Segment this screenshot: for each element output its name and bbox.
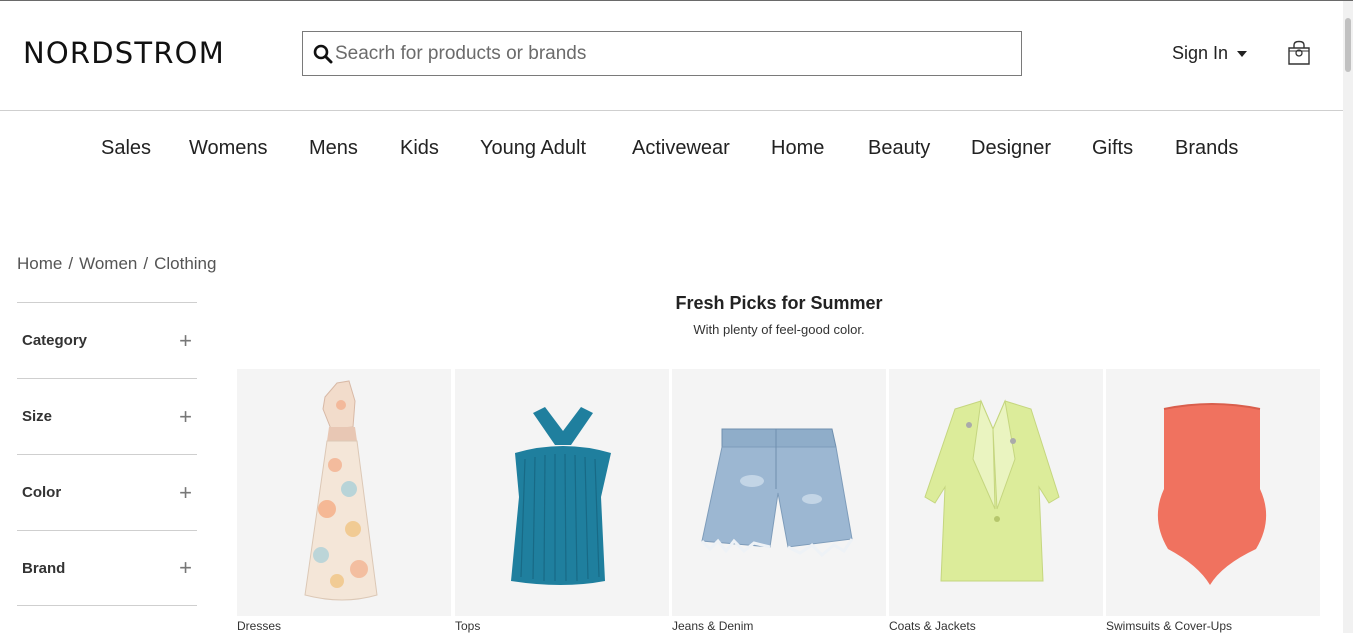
nav-item-sales[interactable]: Sales <box>101 137 151 160</box>
filter-brand[interactable]: Brand + <box>17 530 197 606</box>
plus-icon[interactable]: + <box>179 405 192 428</box>
filter-size[interactable]: Size + <box>17 378 197 454</box>
sign-in-label[interactable]: Sign In <box>1172 43 1228 64</box>
lime-blazer-image[interactable] <box>889 369 1103 616</box>
nav-item-kids[interactable]: Kids <box>400 137 439 160</box>
plus-icon[interactable]: + <box>179 557 192 579</box>
search-bar[interactable] <box>302 31 1022 76</box>
plus-icon[interactable]: + <box>179 329 192 352</box>
breadcrumb-women[interactable]: Women <box>79 254 137 273</box>
nav-item-home[interactable]: Home <box>771 137 824 160</box>
breadcrumb-clothing[interactable]: Clothing <box>154 254 216 273</box>
category-tile-swimsuits[interactable]: Swimsuits & Cover-Ups <box>1106 369 1320 633</box>
search-icon[interactable] <box>313 44 333 64</box>
sign-in-menu[interactable]: Sign In <box>1172 43 1248 64</box>
category-caption[interactable]: Coats & Jackets <box>889 619 1103 633</box>
filter-label[interactable]: Color <box>22 484 61 501</box>
floral-dress-image[interactable] <box>237 369 451 616</box>
nordstrom-logo[interactable]: NORDSTROM <box>23 36 225 70</box>
filter-sidebar: Category + Size + Color + Brand + <box>17 302 197 606</box>
page-scrollbar[interactable] <box>1343 1 1353 633</box>
caret-down-icon[interactable] <box>1237 50 1248 57</box>
nav-item-young-adult[interactable]: Young Adult <box>480 137 586 160</box>
breadcrumb-home[interactable]: Home <box>17 254 62 273</box>
teal-halter-top-image[interactable] <box>455 369 669 616</box>
nav-item-gifts[interactable]: Gifts <box>1092 137 1133 160</box>
category-tile-tops[interactable]: Tops <box>455 369 669 633</box>
coral-swimsuit-image[interactable] <box>1106 369 1320 616</box>
promo-subtitle: With plenty of feel-good color. <box>693 322 865 337</box>
breadcrumb-separator: / <box>68 254 74 273</box>
promo-title: Fresh Picks for Summer <box>675 293 883 313</box>
category-caption[interactable]: Jeans & Denim <box>672 619 886 633</box>
category-caption[interactable]: Tops <box>455 619 669 633</box>
denim-shorts-image[interactable] <box>672 369 886 616</box>
nav-item-beauty[interactable]: Beauty <box>868 137 930 160</box>
breadcrumb-separator: / <box>143 254 149 273</box>
main-navigation: Sales Womens Mens Kids Young Adult Activ… <box>0 137 1343 163</box>
scrollbar-thumb[interactable] <box>1345 18 1351 72</box>
nav-item-designer[interactable]: Designer <box>971 137 1051 160</box>
category-tile-jeans-denim[interactable]: Jeans & Denim <box>672 369 886 633</box>
category-caption[interactable]: Swimsuits & Cover-Ups <box>1106 619 1320 633</box>
filter-label[interactable]: Size <box>22 408 52 425</box>
nav-item-womens[interactable]: Womens <box>189 137 268 160</box>
filter-label[interactable]: Category <box>22 332 87 349</box>
category-tile-coats-jackets[interactable]: Coats & Jackets <box>889 369 1103 633</box>
filter-label[interactable]: Brand <box>22 560 65 577</box>
nav-item-mens[interactable]: Mens <box>309 137 358 160</box>
category-tile-dresses[interactable]: Dresses <box>237 369 451 633</box>
breadcrumb: Home / Women / Clothing <box>17 254 216 274</box>
site-header: NORDSTROM Sign In <box>0 1 1343 111</box>
plus-icon[interactable]: + <box>179 481 192 504</box>
nav-item-brands[interactable]: Brands <box>1175 137 1238 160</box>
category-caption[interactable]: Dresses <box>237 619 451 633</box>
shopping-bag-icon[interactable] <box>1286 40 1312 66</box>
search-input[interactable] <box>335 42 995 65</box>
nav-item-activewear[interactable]: Activewear <box>632 137 730 160</box>
filter-color[interactable]: Color + <box>17 454 197 530</box>
filter-category[interactable]: Category + <box>17 302 197 378</box>
